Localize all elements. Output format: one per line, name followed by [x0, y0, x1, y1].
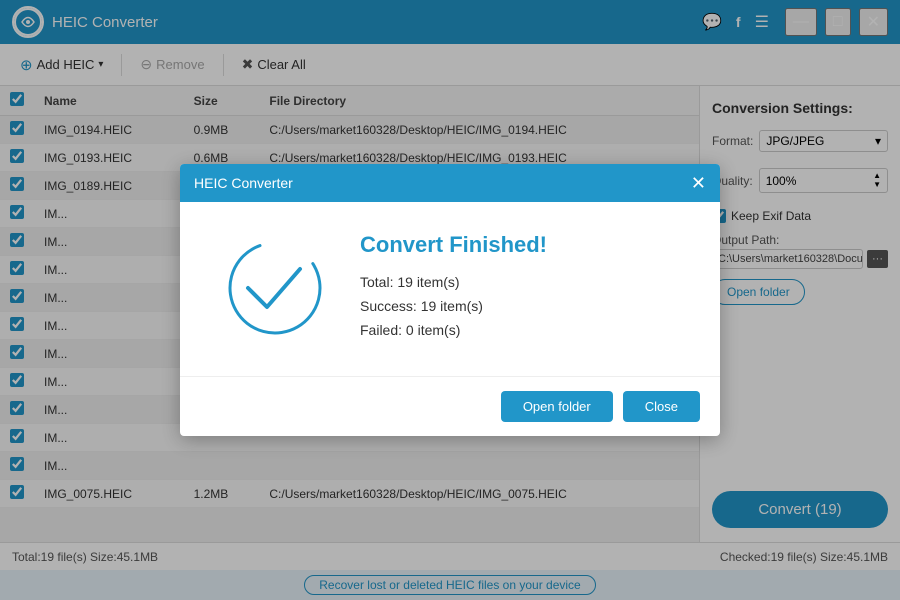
- failed-stat: Failed: 0 item(s): [360, 322, 680, 338]
- modal-close-btn[interactable]: Close: [623, 391, 700, 422]
- modal-open-folder-button[interactable]: Open folder: [501, 391, 613, 422]
- success-icon: [220, 233, 330, 346]
- modal-title: HEIC Converter: [194, 175, 293, 191]
- success-stat: Success: 19 item(s): [360, 298, 680, 314]
- success-title: Convert Finished!: [360, 232, 680, 258]
- modal-close-button[interactable]: ✕: [691, 174, 706, 192]
- total-stat: Total: 19 item(s): [360, 274, 680, 290]
- modal-header: HEIC Converter ✕: [180, 164, 720, 202]
- modal-body: Convert Finished! Total: 19 item(s) Succ…: [180, 202, 720, 376]
- modal-overlay: HEIC Converter ✕ Convert Finished! Total…: [0, 0, 900, 600]
- modal-dialog: HEIC Converter ✕ Convert Finished! Total…: [180, 164, 720, 436]
- modal-content: Convert Finished! Total: 19 item(s) Succ…: [360, 232, 680, 346]
- modal-footer: Open folder Close: [180, 376, 720, 436]
